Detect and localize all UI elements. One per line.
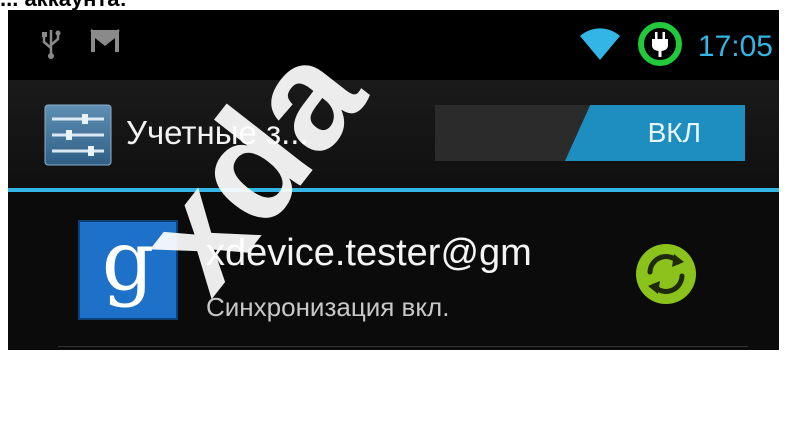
battery-charging-icon: [636, 20, 684, 73]
gmail-icon: [88, 26, 122, 65]
action-bar: Учетные з... ВКЛ: [8, 80, 779, 188]
account-list-item[interactable]: g xdevice.tester@gm Синхронизация вкл.: [8, 192, 779, 350]
account-sync-status: Синхронизация вкл.: [206, 292, 450, 322]
status-bar: 17:05: [8, 10, 779, 80]
account-email: xdevice.tester@gm: [206, 232, 532, 274]
status-clock: 17:05: [697, 29, 773, 63]
toggle-label: ВКЛ: [647, 117, 701, 148]
google-icon-letter: g: [101, 214, 155, 309]
google-icon: g: [78, 214, 178, 320]
phone-screen: 17:05 Учетные з... ВКЛ g xdevice.tester@…: [8, 10, 779, 350]
wifi-icon: [578, 26, 622, 67]
accounts-sync-toggle[interactable]: ВКЛ: [435, 105, 745, 161]
screen-title: Учетные з...: [126, 114, 309, 151]
list-divider: [58, 346, 748, 347]
settings-icon[interactable]: [44, 104, 112, 171]
sync-icon[interactable]: [634, 242, 698, 311]
usb-icon: [40, 26, 62, 65]
email-fade: [538, 232, 588, 282]
